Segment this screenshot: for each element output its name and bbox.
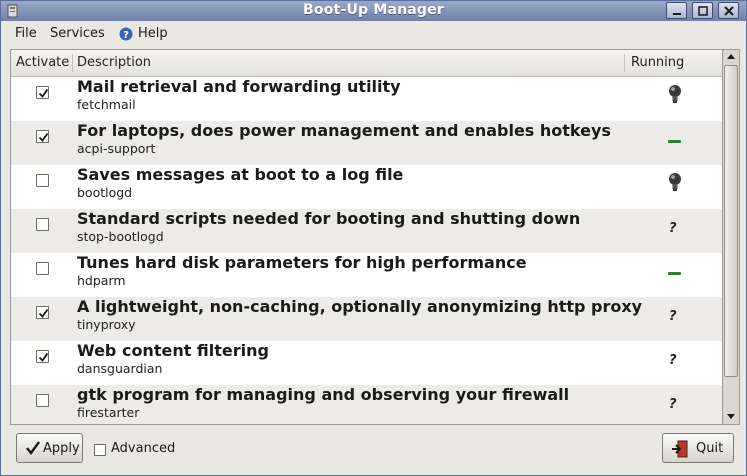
table-row[interactable]: gtk program for managing and observing y… [11, 385, 722, 424]
column-separator [72, 54, 73, 72]
minimize-button[interactable] [666, 2, 687, 19]
column-description[interactable]: Description [77, 50, 151, 76]
menu-help-label: Help [138, 26, 168, 41]
menu-file[interactable]: File [15, 26, 37, 41]
service-description: Tunes hard disk parameters for high perf… [77, 253, 527, 272]
service-name: hdparm [77, 273, 126, 288]
menu-services[interactable]: Services [50, 26, 105, 41]
window-title: Boot-Up Manager [303, 2, 444, 18]
activate-checkbox[interactable] [36, 218, 49, 231]
table-row[interactable]: Standard scripts needed for booting and … [11, 209, 722, 253]
service-name: stop-bootlogd [77, 229, 164, 244]
activate-checkbox[interactable] [36, 394, 49, 407]
table-row[interactable]: Web content filtering dansguardian ? [11, 341, 722, 385]
unknown-status: ? [669, 397, 677, 412]
help-icon: ? [119, 27, 133, 41]
menu-file-label: File [15, 26, 37, 41]
unknown-status: ? [669, 309, 677, 324]
service-description: For laptops, does power management and e… [77, 121, 611, 140]
scroll-up-icon[interactable] [724, 50, 738, 64]
service-name: tinyproxy [77, 317, 136, 332]
minimize-icon [673, 13, 681, 15]
table-row[interactable]: Tunes hard disk parameters for high perf… [11, 253, 722, 297]
activate-checkbox[interactable] [36, 350, 49, 363]
activate-checkbox[interactable] [36, 86, 49, 99]
close-button[interactable] [718, 2, 739, 19]
advanced-checkbox[interactable] [94, 444, 106, 456]
table-row[interactable]: A lightweight, non-caching, optionally a… [11, 297, 722, 341]
service-description: Saves messages at boot to a log file [77, 165, 404, 184]
bulb-icon [669, 85, 681, 103]
svg-text:?: ? [123, 30, 129, 41]
activate-checkbox[interactable] [36, 174, 49, 187]
service-name: acpi-support [77, 141, 156, 156]
maximize-icon [698, 6, 708, 16]
table-row[interactable]: Mail retrieval and forwarding utility fe… [11, 77, 722, 121]
service-description: A lightweight, non-caching, optionally a… [77, 297, 643, 316]
scrollbar-thumb[interactable] [724, 65, 738, 377]
service-description: Standard scripts needed for booting and … [77, 209, 581, 228]
activate-checkbox[interactable] [36, 130, 49, 143]
dash-icon [668, 140, 681, 143]
service-description: Mail retrieval and forwarding utility [77, 77, 401, 96]
table-row[interactable]: For laptops, does power management and e… [11, 121, 722, 165]
vertical-scrollbar[interactable] [723, 49, 740, 425]
activate-checkbox[interactable] [36, 262, 49, 275]
service-name: bootlogd [77, 185, 133, 200]
menu-services-label: Services [50, 26, 105, 41]
quit-button-label: Quit [696, 441, 724, 456]
dash-icon [668, 272, 681, 275]
bootup-manager-window: Boot-Up Manager File Services ? Help Act… [0, 0, 747, 476]
exit-icon [672, 440, 688, 458]
services-table: Activate Description Running Mail retrie… [10, 49, 723, 425]
service-description: gtk program for managing and observing y… [77, 385, 570, 404]
apply-button[interactable]: Apply [16, 433, 83, 463]
close-icon [724, 6, 734, 16]
table-row[interactable]: Saves messages at boot to a log file boo… [11, 165, 722, 209]
advanced-label: Advanced [111, 441, 176, 456]
service-description: Web content filtering [77, 341, 269, 360]
service-name: firestarter [77, 405, 140, 420]
quit-button[interactable]: Quit [662, 433, 734, 463]
unknown-status: ? [669, 353, 677, 368]
checkmark-icon [38, 132, 49, 142]
column-activate[interactable]: Activate [16, 50, 69, 76]
checkmark-icon [38, 352, 49, 362]
table-header: Activate Description Running [11, 50, 722, 77]
maximize-button[interactable] [692, 2, 713, 19]
column-running[interactable]: Running [631, 50, 684, 76]
menu-bar: File Services ? Help [1, 22, 746, 46]
activate-checkbox[interactable] [36, 306, 49, 319]
apply-button-label: Apply [43, 441, 80, 456]
title-bar[interactable]: Boot-Up Manager [1, 1, 746, 21]
checkmark-icon [38, 308, 49, 318]
checkmark-icon [38, 88, 49, 98]
bulb-icon [669, 173, 681, 191]
unknown-status: ? [669, 221, 677, 236]
scroll-down-icon[interactable] [724, 409, 738, 423]
column-separator [624, 54, 625, 72]
service-name: dansguardian [77, 361, 163, 376]
service-name: fetchmail [77, 97, 136, 112]
checkmark-icon [26, 441, 40, 455]
